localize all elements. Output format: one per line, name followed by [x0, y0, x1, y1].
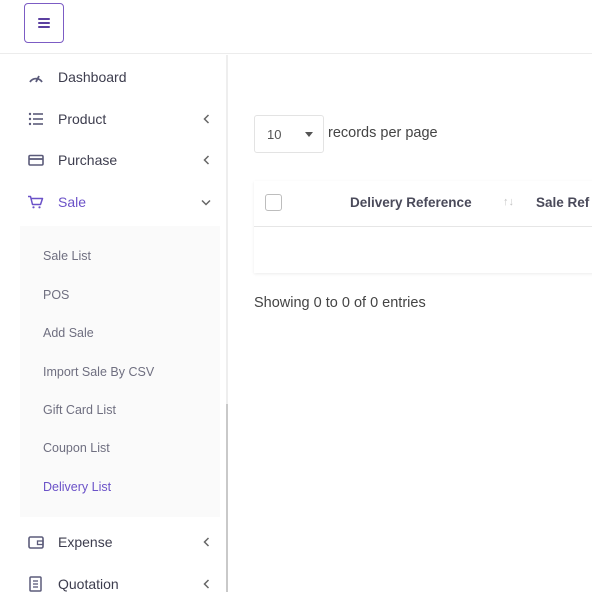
sidebar-item-purchase[interactable]: Purchase: [0, 142, 226, 178]
chevron-left-icon: [201, 114, 211, 124]
chevron-down-icon: [201, 197, 211, 207]
dashboard-gauge-icon: [27, 69, 44, 86]
cart-icon: [27, 194, 44, 211]
table-header: Delivery Reference ↑↓ Sale Ref: [254, 181, 592, 227]
sidebar-item-label: Quotation: [58, 576, 119, 592]
chevron-left-icon: [201, 579, 211, 589]
table-empty-row: [254, 227, 592, 273]
column-header-sale-reference[interactable]: Sale Ref: [536, 195, 589, 210]
caret-down-icon: [305, 132, 313, 137]
document-icon: [27, 576, 44, 592]
list-icon: [27, 111, 44, 128]
submenu-item-import-sale-csv[interactable]: Import Sale By CSV: [43, 365, 154, 379]
sale-submenu: Sale List POS Add Sale Import Sale By CS…: [20, 226, 220, 517]
sidebar-item-label: Sale: [58, 194, 87, 210]
select-all-checkbox[interactable]: [265, 194, 282, 211]
main-content: 10 records per page Delivery Reference ↑…: [228, 55, 592, 592]
sidebar-item-label: Expense: [58, 534, 113, 550]
records-per-page-select[interactable]: 10: [254, 115, 324, 153]
sidebar-item-label: Purchase: [58, 152, 118, 168]
card-icon: [27, 152, 44, 169]
sidebar-item-label: Dashboard: [58, 69, 127, 85]
chevron-left-icon: [201, 155, 211, 165]
sort-icon[interactable]: ↑↓: [503, 196, 514, 208]
column-header-delivery-reference[interactable]: Delivery Reference: [350, 195, 472, 210]
records-per-page-label: records per page: [328, 125, 438, 141]
sidebar: Dashboard Product Purchase Sale Sale Lis…: [0, 55, 226, 592]
top-bar: [0, 0, 592, 54]
sidebar-item-expense[interactable]: Expense: [0, 524, 226, 560]
sidebar-item-product[interactable]: Product: [0, 101, 226, 137]
menu-toggle-button[interactable]: [24, 3, 64, 43]
submenu-item-gift-card-list[interactable]: Gift Card List: [43, 403, 116, 417]
chevron-left-icon: [201, 537, 211, 547]
delivery-table: Delivery Reference ↑↓ Sale Ref: [254, 181, 592, 273]
submenu-item-add-sale[interactable]: Add Sale: [43, 326, 94, 340]
hamburger-icon: [38, 18, 50, 28]
sidebar-item-dashboard[interactable]: Dashboard: [0, 59, 226, 95]
submenu-item-sale-list[interactable]: Sale List: [43, 249, 91, 263]
sidebar-item-sale[interactable]: Sale: [0, 184, 226, 220]
sidebar-item-label: Product: [58, 111, 107, 127]
records-per-page-value: 10: [267, 127, 282, 142]
table-info-text: Showing 0 to 0 of 0 entries: [254, 295, 426, 311]
submenu-item-delivery-list[interactable]: Delivery List: [43, 480, 111, 494]
submenu-item-coupon-list[interactable]: Coupon List: [43, 441, 110, 455]
sidebar-item-quotation[interactable]: Quotation: [0, 566, 226, 592]
wallet-icon: [27, 534, 44, 551]
submenu-item-pos[interactable]: POS: [43, 288, 69, 302]
